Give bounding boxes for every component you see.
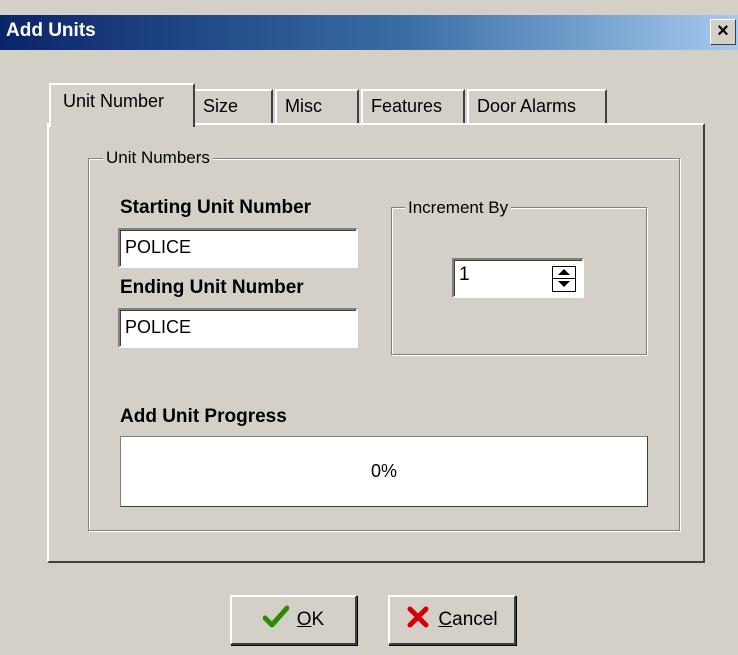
tab-door-alarms[interactable]: Door Alarms — [467, 89, 607, 123]
starting-unit-number-label: Starting Unit Number — [120, 197, 312, 218]
x-icon — [406, 605, 430, 635]
spin-down-icon[interactable] — [553, 279, 575, 291]
cancel-label: Cancel — [438, 609, 498, 630]
ending-unit-number-input[interactable]: POLICE — [118, 308, 358, 348]
tab-misc[interactable]: Misc — [275, 89, 359, 123]
close-button[interactable]: × — [710, 19, 736, 45]
tab-unit-number[interactable]: Unit Number — [49, 83, 195, 127]
tab-features[interactable]: Features — [361, 89, 465, 123]
add-unit-progress-bar: 0% — [120, 436, 648, 507]
tab-label: Unit Number — [63, 91, 165, 111]
spin-buttons — [552, 266, 576, 292]
tab-label: Door Alarms — [477, 96, 577, 116]
checkmark-icon — [262, 605, 290, 635]
increment-by-legend: Increment By — [405, 198, 512, 218]
tab-label: Size — [203, 96, 239, 116]
increment-spinner[interactable]: 1 — [452, 258, 584, 298]
unit-numbers-legend: Unit Numbers — [103, 148, 213, 168]
add-unit-progress-label: Add Unit Progress — [120, 406, 287, 427]
increment-value: 1 — [459, 264, 470, 285]
spin-up-icon[interactable] — [553, 267, 575, 279]
cancel-button[interactable]: Cancel — [388, 595, 516, 645]
title-bar: Add Units × — [0, 15, 738, 50]
tab-size[interactable]: Size — [193, 89, 273, 123]
ok-label: OK — [296, 609, 325, 630]
progress-text: 0% — [370, 461, 397, 481]
ending-unit-number-label: Ending Unit Number — [120, 277, 304, 298]
tab-label: Misc — [285, 96, 322, 116]
window-title: Add Units — [6, 20, 96, 41]
close-icon: × — [717, 20, 729, 42]
ok-button[interactable]: OK — [230, 595, 357, 645]
starting-unit-number-input[interactable]: POLICE — [118, 228, 358, 268]
tab-label: Features — [371, 96, 443, 116]
